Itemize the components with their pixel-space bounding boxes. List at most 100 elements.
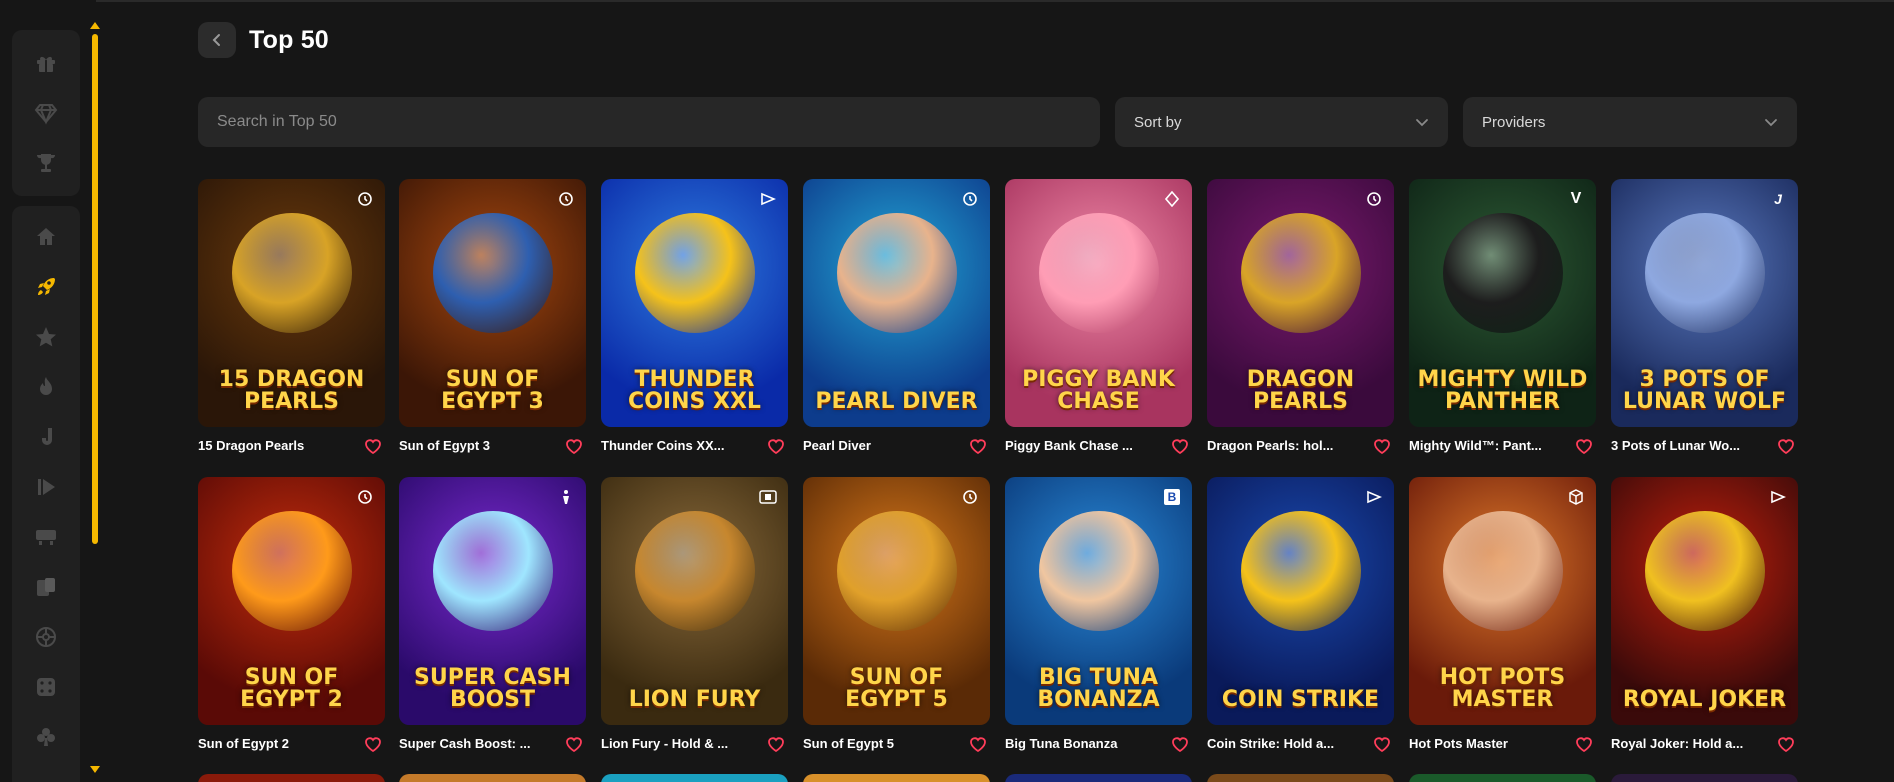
game-thumbnail[interactable]: Thunder Coins XXL [601, 179, 788, 427]
play-flag-icon [1768, 487, 1788, 507]
game-title: Royal Joker: Hold a... [1611, 736, 1744, 751]
favorite-heart-icon[interactable] [1776, 437, 1796, 455]
clubs-icon[interactable] [12, 722, 80, 752]
favorite-heart-icon[interactable] [1170, 437, 1190, 455]
jackpot-icon[interactable] [12, 422, 80, 452]
game-card-peek[interactable] [803, 774, 990, 782]
replay-icon [355, 487, 375, 507]
game-logo: 3 Pots of Lunar Wolf [1622, 367, 1787, 414]
search-input[interactable] [198, 97, 1100, 147]
dice-icon[interactable] [12, 672, 80, 702]
game-logo: Sun of Egypt 5 [845, 665, 948, 712]
replay-icon [355, 189, 375, 209]
game-logo: Mighty Wild Panther [1417, 367, 1588, 414]
diamond-outline-icon [1162, 189, 1182, 209]
live-icon[interactable] [12, 472, 80, 502]
game-artwork [1442, 213, 1563, 333]
table-games-icon[interactable] [12, 522, 80, 552]
game-title: Coin Strike: Hold a... [1207, 736, 1335, 751]
favorite-heart-icon[interactable] [564, 437, 584, 455]
game-title: Piggy Bank Chase ... [1005, 438, 1133, 453]
game-logo: Pearl Diver [815, 389, 978, 414]
back-button[interactable] [198, 22, 236, 58]
chevron-down-icon [1416, 119, 1428, 127]
rocket-icon[interactable] [12, 272, 80, 302]
star-icon[interactable] [12, 322, 80, 352]
game-thumbnail[interactable]: Sun of Egypt 2 [198, 477, 385, 725]
game-artwork [231, 213, 352, 333]
game-title: Big Tuna Bonanza [1005, 736, 1118, 751]
game-thumbnail[interactable]: Lion Fury [601, 477, 788, 725]
game-thumbnail[interactable]: 15 Dragon Pearls [198, 179, 385, 427]
providers-label: Providers [1482, 113, 1546, 131]
game-thumbnail[interactable]: Sun of Egypt 5 [803, 477, 990, 725]
diamond-icon[interactable] [12, 98, 80, 128]
home-icon[interactable] [12, 222, 80, 252]
game-card-peek[interactable] [1207, 774, 1394, 782]
game-artwork [836, 213, 957, 333]
gift-icon[interactable] [12, 48, 80, 78]
game-artwork [432, 213, 553, 333]
chevron-left-icon [212, 34, 220, 46]
top-divider [0, 0, 1894, 2]
favorite-heart-icon[interactable] [1372, 437, 1392, 455]
game-thumbnail[interactable]: Big Tuna Bonanza B [1005, 477, 1192, 725]
trophy-icon[interactable] [12, 148, 80, 178]
favorite-heart-icon[interactable] [363, 437, 383, 455]
v-letter-icon: V [1570, 190, 1582, 207]
game-artwork [634, 213, 755, 333]
sort-dropdown[interactable]: Sort by [1115, 97, 1448, 147]
page-title: Top 50 [249, 26, 329, 54]
favorite-heart-icon[interactable] [1574, 437, 1594, 455]
game-thumbnail[interactable]: Super Cash Boost [399, 477, 586, 725]
game-thumbnail[interactable]: Mighty Wild Panther V [1409, 179, 1596, 427]
favorite-heart-icon[interactable] [1776, 735, 1796, 753]
game-card-peek[interactable] [198, 774, 385, 782]
cards-icon[interactable] [12, 572, 80, 602]
fire-icon[interactable] [12, 372, 80, 402]
player-icon [556, 487, 576, 507]
game-logo: Hot Pots Master [1439, 665, 1566, 712]
game-title: Mighty Wild™: Pant... [1409, 438, 1542, 453]
scroll-up-arrow[interactable] [90, 22, 100, 29]
game-card-peek[interactable] [1409, 774, 1596, 782]
play-flag-icon [1364, 487, 1384, 507]
favorite-heart-icon[interactable] [363, 735, 383, 753]
game-artwork [1442, 511, 1563, 631]
favorite-heart-icon[interactable] [968, 735, 988, 753]
game-title: Sun of Egypt 2 [198, 736, 289, 751]
favorite-heart-icon[interactable] [1574, 735, 1594, 753]
favorite-heart-icon[interactable] [766, 735, 786, 753]
roulette-icon[interactable] [12, 622, 80, 652]
game-thumbnail[interactable]: Hot Pots Master [1409, 477, 1596, 725]
game-thumbnail[interactable]: Piggy Bank Chase [1005, 179, 1192, 427]
game-card-peek[interactable] [601, 774, 788, 782]
favorite-heart-icon[interactable] [564, 735, 584, 753]
providers-dropdown[interactable]: Providers [1463, 97, 1797, 147]
game-artwork [231, 511, 352, 631]
replay-icon [960, 189, 980, 209]
game-logo: Thunder Coins XXL [628, 367, 761, 414]
game-thumbnail[interactable]: Coin Strike [1207, 477, 1394, 725]
favorite-heart-icon[interactable] [1372, 735, 1392, 753]
game-artwork [634, 511, 755, 631]
game-card-peek[interactable] [1005, 774, 1192, 782]
game-thumbnail[interactable]: Royal Joker [1611, 477, 1798, 725]
game-artwork [432, 511, 553, 631]
game-logo: Sun of Egypt 3 [441, 367, 544, 414]
sidebar-scrollbar-thumb[interactable] [92, 34, 98, 544]
favorite-heart-icon[interactable] [1170, 735, 1190, 753]
favorite-heart-icon[interactable] [766, 437, 786, 455]
game-thumbnail[interactable]: 3 Pots of Lunar Wolf J [1611, 179, 1798, 427]
game-card-peek[interactable] [1611, 774, 1798, 782]
game-thumbnail[interactable]: Pearl Diver [803, 179, 990, 427]
game-logo: Sun of Egypt 2 [240, 665, 343, 712]
game-thumbnail[interactable]: Sun of Egypt 3 [399, 179, 586, 427]
game-thumbnail[interactable]: Dragon Pearls [1207, 179, 1394, 427]
game-card-peek[interactable] [399, 774, 586, 782]
game-artwork [1644, 511, 1765, 631]
favorite-heart-icon[interactable] [968, 437, 988, 455]
sidebar-group-promotions [12, 30, 80, 196]
j-letter-icon: J [1774, 191, 1782, 207]
scroll-down-arrow[interactable] [90, 766, 100, 773]
